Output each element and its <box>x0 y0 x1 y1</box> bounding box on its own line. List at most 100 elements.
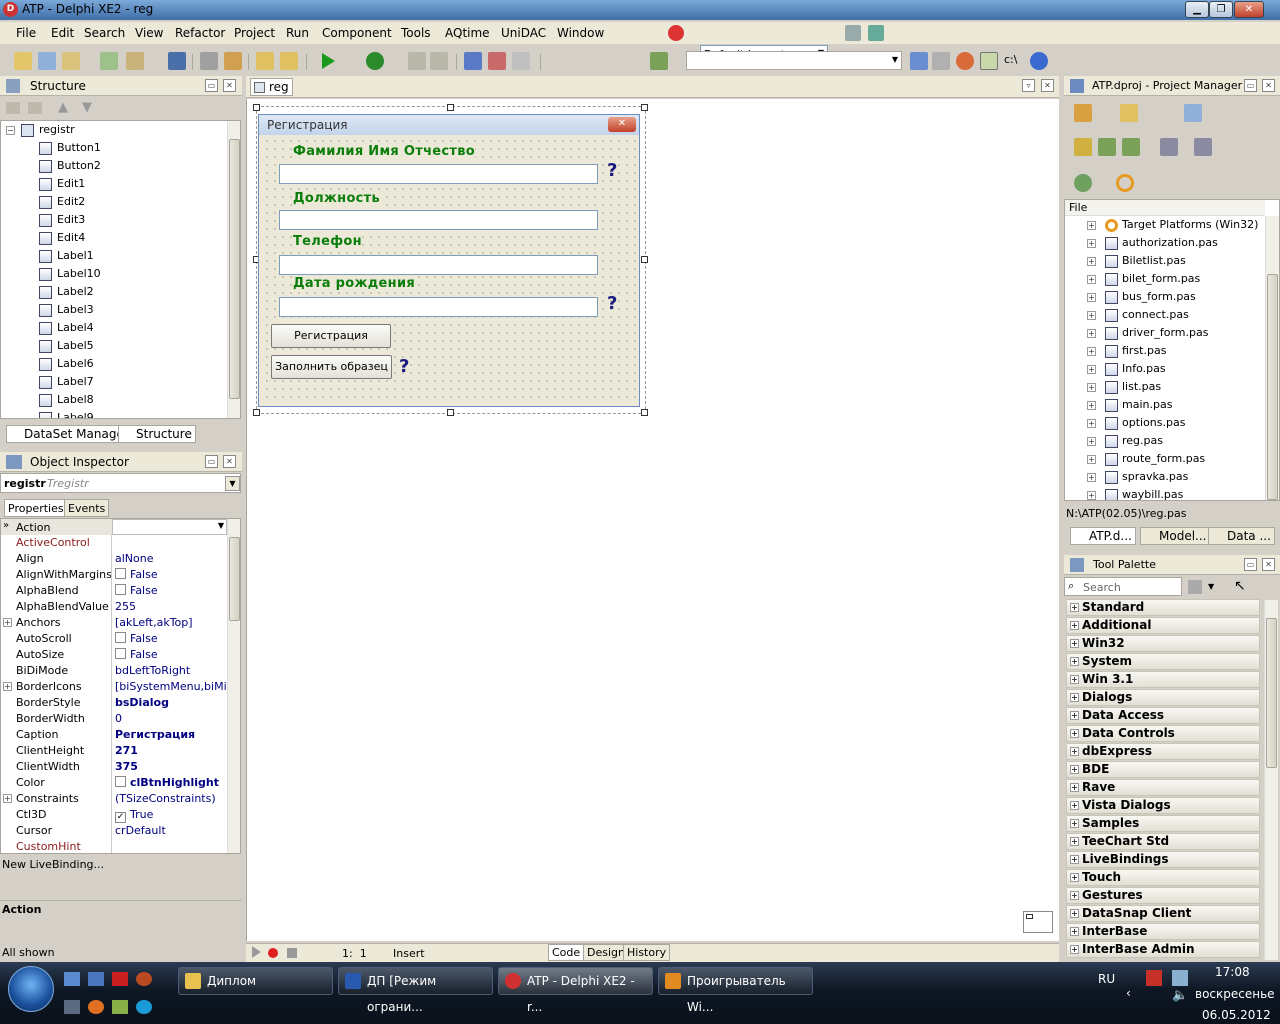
checkbox[interactable] <box>115 568 126 579</box>
record-macro-icon[interactable] <box>268 948 278 958</box>
project-file-item[interactable]: driver_form.pas <box>1122 324 1208 342</box>
tree-root[interactable]: registr <box>39 121 75 139</box>
palette-category[interactable]: + Vista Dialogs <box>1066 797 1260 814</box>
step-over-icon[interactable] <box>488 52 506 70</box>
property-row[interactable]: BorderStyle bsDialog <box>1 695 229 711</box>
toolbar-combo[interactable]: ▼ <box>686 51 902 70</box>
palette-category[interactable]: + Rave <box>1066 779 1260 796</box>
menu-window[interactable]: Window <box>557 26 604 40</box>
list-icon[interactable] <box>1160 138 1178 156</box>
globe-icon[interactable] <box>956 52 974 70</box>
project-file-item[interactable]: reg.pas <box>1122 432 1163 450</box>
menu-component[interactable]: Component <box>322 26 392 40</box>
property-row[interactable]: AutoScroll False <box>1 631 229 647</box>
skype-icon[interactable] <box>136 1000 152 1014</box>
property-grid[interactable]: » Action ▼ ActiveControl Align alNone Align… <box>0 518 241 854</box>
property-row[interactable]: ClientHeight 271 <box>1 743 229 759</box>
property-value[interactable]: clBtnHighlight <box>115 775 227 791</box>
tree-item[interactable]: Label5 <box>57 337 94 355</box>
tree-item[interactable]: Edit2 <box>57 193 85 211</box>
property-value[interactable]: [biSystemMenu,biMinim <box>115 679 227 695</box>
stop-macro-icon[interactable] <box>287 948 297 958</box>
chevron-down-icon[interactable]: ▼ <box>225 476 240 491</box>
open-project-icon[interactable] <box>38 52 56 70</box>
folder-icon[interactable] <box>28 102 42 114</box>
tab-project[interactable]: ATP.d... <box>1070 527 1136 545</box>
property-row[interactable]: Caption Регистрация <box>1 727 229 743</box>
component-palette-icon[interactable] <box>650 52 668 70</box>
property-scrollbar[interactable] <box>227 519 240 853</box>
new-icon[interactable] <box>1120 104 1138 122</box>
menu-file[interactable]: File <box>16 26 36 40</box>
palette-category[interactable]: + InterBase Admin <box>1066 941 1260 958</box>
palette-category[interactable]: + BDE <box>1066 761 1260 778</box>
sync-icon[interactable] <box>1074 138 1092 156</box>
tree-item[interactable]: Label9 <box>57 409 94 418</box>
property-value[interactable]: (TSizeConstraints) <box>115 791 227 807</box>
run-to-cursor-icon[interactable] <box>512 52 530 70</box>
stop-icon[interactable] <box>430 52 448 70</box>
property-row[interactable]: + Constraints (TSizeConstraints) <box>1 791 229 807</box>
close-icon[interactable]: ✕ <box>1262 558 1275 571</box>
form-thumbnail-icon[interactable] <box>1023 911 1053 933</box>
tab-history[interactable]: History <box>623 944 671 961</box>
collapse-icon[interactable] <box>1122 138 1140 156</box>
minimize-button[interactable]: ▁ <box>1185 1 1209 18</box>
expand-icon[interactable]: + <box>1087 383 1096 392</box>
config-icon[interactable] <box>1116 174 1134 192</box>
expand-icon[interactable]: + <box>1087 491 1096 500</box>
taskbar-item-player[interactable]: Проигрыватель Wi... <box>658 967 813 1014</box>
menu-tools[interactable]: Tools <box>401 26 431 40</box>
property-value[interactable]: Регистрация <box>115 727 227 743</box>
tab-reg[interactable]: reg <box>250 78 293 96</box>
label-fio[interactable]: Фамилия Имя Отчество <box>293 144 476 159</box>
menu-aqtime[interactable]: AQtime <box>445 26 490 40</box>
volume-icon[interactable]: 🔈 <box>1172 988 1188 1003</box>
checkbox[interactable] <box>115 632 126 643</box>
chevron-left-icon[interactable]: ‹ <box>1126 986 1131 1000</box>
expand-icon[interactable]: + <box>1070 675 1079 684</box>
checked-tool-icon[interactable] <box>980 52 998 70</box>
expand-icon[interactable]: + <box>3 794 12 803</box>
palette-category[interactable]: + Dialogs <box>1066 689 1260 706</box>
expand-icon[interactable]: + <box>1070 801 1079 810</box>
doc-icon[interactable] <box>910 52 928 70</box>
play-macro-icon[interactable] <box>252 946 261 958</box>
property-value[interactable]: [akLeft,akTop] <box>115 615 227 631</box>
expand-icon[interactable]: + <box>1070 873 1079 882</box>
close-icon[interactable]: ✕ <box>1041 79 1054 92</box>
project-file-item[interactable]: options.pas <box>1122 414 1185 432</box>
property-row[interactable]: AlphaBlend False <box>1 583 229 599</box>
property-value[interactable]: bdLeftToRight <box>115 663 227 679</box>
property-row[interactable]: Align alNone <box>1 551 229 567</box>
clock-time[interactable]: 17:08 <box>1215 965 1250 979</box>
open-icon[interactable] <box>62 52 80 70</box>
categories-icon[interactable] <box>1188 580 1202 594</box>
property-row[interactable]: AlignWithMargins False <box>1 567 229 583</box>
network-icon[interactable] <box>1172 970 1188 986</box>
run-without-debug-icon[interactable] <box>366 52 384 70</box>
resize-handle[interactable] <box>253 409 260 416</box>
tab-properties[interactable]: Properties <box>4 499 68 517</box>
palette-category[interactable]: + dbExpress <box>1066 743 1260 760</box>
label-phone[interactable]: Телефон <box>293 234 362 249</box>
add-to-project-icon[interactable] <box>200 52 218 70</box>
palette-category[interactable]: + DataSnap Client <box>1066 905 1260 922</box>
project-file-item[interactable]: Info.pas <box>1122 360 1166 378</box>
project-file-item[interactable]: authorization.pas <box>1122 234 1218 252</box>
registration-form[interactable]: Регистрация ✕ Фамилия Имя Отчество ? Дол… <box>258 114 640 407</box>
taskbar-item-diplom[interactable]: Диплом <box>178 967 333 995</box>
new-livebinding-link[interactable]: New LiveBinding... <box>0 858 242 876</box>
up-arrow-icon[interactable]: ▲ <box>58 100 68 115</box>
expand-icon[interactable]: + <box>1070 891 1079 900</box>
close-icon[interactable]: ✕ <box>608 117 636 132</box>
tray-icon[interactable] <box>1146 970 1162 986</box>
tab-code[interactable]: Code <box>548 944 585 961</box>
structure-tree[interactable]: − registr Button1 Button2 Edit1 Edit2 Edit3 E… <box>0 120 241 419</box>
expand-icon[interactable]: + <box>1087 401 1096 410</box>
menu-search[interactable]: Search <box>84 26 125 40</box>
firefox-icon[interactable] <box>88 1000 104 1014</box>
app-icon[interactable] <box>112 972 128 986</box>
menu-view[interactable]: View <box>135 26 163 40</box>
tab-structure[interactable]: Structure <box>118 425 196 443</box>
